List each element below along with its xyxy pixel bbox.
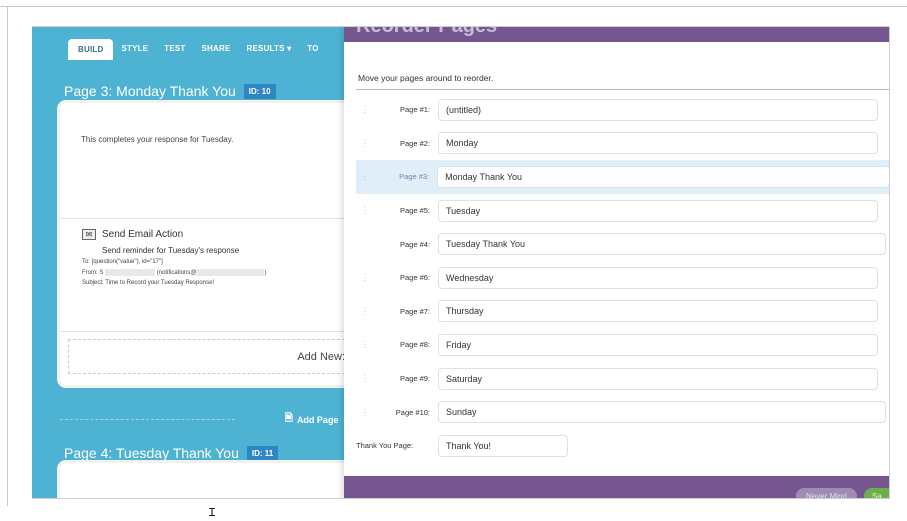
drag-handle-icon[interactable]: ⋮ (356, 104, 374, 115)
document-icon: 🗎 (284, 413, 293, 424)
page-row[interactable]: ⋮ Page #5: Tuesday (356, 194, 889, 228)
drag-handle-icon[interactable]: ⋮ (356, 272, 374, 283)
page-title-field[interactable]: Friday (438, 333, 878, 356)
save-button[interactable]: Sa (864, 488, 889, 498)
tab-share[interactable]: SHARE (193, 39, 238, 60)
drag-handle-icon[interactable]: ⋮ (356, 205, 374, 216)
drag-handle-icon[interactable]: ⋮ (356, 373, 374, 384)
page-title-field[interactable]: Saturday (438, 367, 878, 390)
drag-handle-icon[interactable]: ⋮ (356, 407, 374, 418)
thank-you-field[interactable]: Thank You! (438, 434, 568, 457)
add-page-row: 🗎 Add Page ➔ (60, 411, 360, 428)
drag-handle-icon[interactable]: ⋮ (356, 306, 374, 317)
thank-you-row: Thank You Page: Thank You! (356, 429, 889, 463)
page-title-field[interactable]: Tuesday Thank You (438, 233, 886, 256)
redacted-email (196, 269, 265, 276)
page-3-title[interactable]: Page 3: Monday Thank You (64, 83, 236, 99)
drag-handle-icon[interactable]: ⋮ (356, 171, 374, 182)
page-row[interactable]: ⋮ Page #8: Friday (356, 328, 889, 362)
add-page-button[interactable]: 🗎 Add Page (285, 411, 339, 428)
app-frame: BUILD STYLE TEST SHARE RESULTS ▾ TO Page… (32, 26, 890, 499)
instructions-rule (356, 89, 889, 90)
tab-results[interactable]: RESULTS ▾ (239, 39, 300, 60)
page-4-card (60, 463, 360, 498)
page-row-label: Page #7: (399, 306, 430, 316)
tab-build[interactable]: BUILD (68, 39, 114, 60)
tab-tools[interactable]: TO (299, 39, 326, 60)
left-rule (7, 6, 8, 506)
action-subtitle: Send reminder for Tuesday's response (102, 246, 240, 255)
action-header: ✉ Send Email Action (82, 229, 266, 240)
add-new-row: Add New: C (68, 339, 370, 374)
page-row[interactable]: ⋮ Page #9: Saturday (356, 362, 889, 396)
page-row-label: Page #1: (399, 105, 430, 115)
card-divider (60, 218, 360, 219)
survey-builder: BUILD STYLE TEST SHARE RESULTS ▾ TO Page… (32, 27, 370, 498)
action-title: Send Email Action (102, 229, 184, 240)
page-row[interactable]: ⋮ Page #7: Thursday (356, 295, 889, 329)
from-mid: (notifications@ (156, 270, 197, 277)
page-row-selected[interactable]: ⋮ Page #3: Monday Thank You (356, 160, 889, 194)
send-email-action[interactable]: ✉ Send Email Action Send reminder for Tu… (82, 229, 266, 286)
action-from: From: S (notifications@) (82, 269, 266, 276)
page-list: ⋮ Page #1: (untitled) ⋮ Page #2: Monday … (356, 93, 889, 463)
page-3-header: Page 3: Monday Thank You ID: 10 (64, 83, 276, 99)
page-3-id-badge: ID: 10 (243, 83, 276, 99)
page-title-field[interactable]: Monday (438, 132, 878, 155)
page-title-field[interactable]: Tuesday (438, 199, 878, 222)
text-cursor-icon: Ɪ (209, 506, 216, 519)
page-row-dragging[interactable]: Page #4: Tuesday Thank You (356, 227, 889, 261)
dotted-divider (60, 419, 235, 420)
page-3-card: This completes your response for Tuesday… (60, 103, 370, 385)
page-3-text[interactable]: This completes your response for Tuesday… (81, 135, 233, 144)
envelope-icon: ✉ (82, 229, 96, 240)
top-rule (0, 6, 907, 7)
add-page-label: Add Page (296, 414, 339, 425)
redacted-name (105, 269, 156, 276)
page-row-label: Page #4: (399, 239, 430, 249)
page-row[interactable]: ⋮ Page #6: Wednesday (356, 261, 889, 295)
page-title-field[interactable]: Sunday (438, 401, 886, 424)
action-to: To: [question("value"), id="17"] (82, 259, 163, 265)
tab-style[interactable]: STYLE (113, 39, 156, 60)
page-row[interactable]: ⋮ Page #10: Sunday (356, 395, 889, 429)
modal-title: Reorder Pages (356, 27, 497, 38)
page-4-id-badge: ID: 11 (246, 445, 279, 461)
tab-test[interactable]: TEST (156, 39, 193, 60)
page-title-field[interactable]: Thursday (438, 300, 878, 323)
modal-footer: Never Mind Sa (344, 476, 889, 498)
page-title-field[interactable]: (untitled) (438, 98, 878, 121)
page-row-label: Page #6: (399, 273, 430, 283)
page-row-label: Page #10: (395, 407, 430, 417)
drag-handle-icon[interactable]: ⋮ (356, 138, 374, 149)
page-4-header: Page 4: Tuesday Thank You ID: 11 (64, 445, 279, 461)
page-row-label: Page #5: (399, 206, 430, 216)
card-divider (60, 331, 360, 332)
reorder-instructions: Move your pages around to reorder. (358, 73, 494, 83)
drag-handle-icon[interactable]: ⋮ (356, 339, 374, 350)
modal-header: Reorder Pages (344, 27, 889, 42)
from-prefix: From: S (82, 270, 104, 277)
thank-you-label: Thank You Page: (356, 441, 414, 451)
add-new-label: Add New: (297, 350, 346, 363)
page-row[interactable]: ⋮ Page #1: (untitled) (356, 93, 889, 127)
action-subject: Subject: Time to Record your Tuesday Res… (82, 280, 215, 287)
page-row-label: Page #8: (399, 340, 430, 350)
never-mind-button[interactable]: Never Mind (796, 488, 857, 498)
page-title-field[interactable]: Wednesday (438, 266, 878, 289)
page-row-label: Page #9: (399, 374, 430, 384)
page-4-title[interactable]: Page 4: Tuesday Thank You (64, 445, 239, 461)
from-end: ) (264, 270, 267, 277)
page-row[interactable]: ⋮ Page #2: Monday (356, 127, 889, 161)
builder-tabs: BUILD STYLE TEST SHARE RESULTS ▾ TO (68, 39, 327, 60)
page-row-label: Page #3: (399, 172, 430, 182)
page-row-label: Page #2: (399, 138, 430, 148)
reorder-pages-modal: Reorder Pages Move your pages around to … (344, 27, 889, 498)
page-title-field[interactable]: Monday Thank You (437, 165, 889, 188)
